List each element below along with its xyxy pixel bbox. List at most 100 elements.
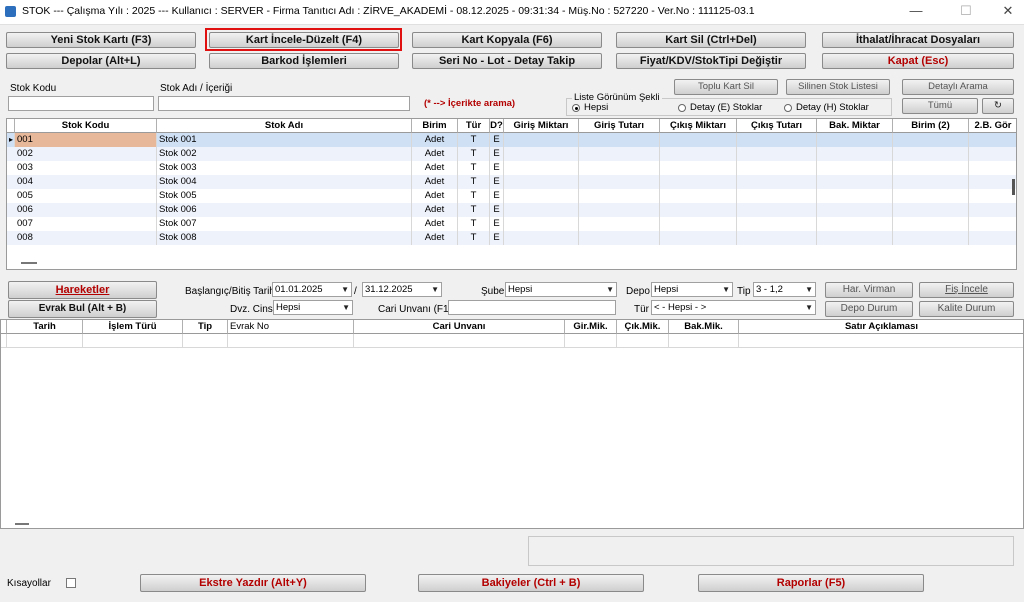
account-input[interactable] xyxy=(448,300,616,315)
barcode-operations-button[interactable]: Barkod İşlemleri xyxy=(209,53,399,69)
table-cell[interactable]: 005 xyxy=(15,189,157,203)
depot-status-button[interactable]: Depo Durum xyxy=(825,301,913,317)
table-cell[interactable] xyxy=(817,175,893,189)
stock-column-header[interactable]: Bak. Miktar xyxy=(817,119,893,133)
movements-table[interactable]: Tarih İşlem Türü Tip Evrak No Cari Unvanı Gir… xyxy=(0,319,1024,529)
table-cell[interactable] xyxy=(579,231,660,245)
table-cell[interactable] xyxy=(660,161,737,175)
table-cell[interactable]: Stok 001 xyxy=(157,133,412,147)
horizontal-scrollbar[interactable] xyxy=(15,523,29,525)
table-cell[interactable] xyxy=(660,231,737,245)
table-cell[interactable]: Stok 004 xyxy=(157,175,412,189)
table-cell[interactable] xyxy=(660,133,737,147)
table-cell[interactable]: 007 xyxy=(15,217,157,231)
table-cell[interactable] xyxy=(579,189,660,203)
view-all-radio[interactable] xyxy=(572,104,580,112)
table-cell[interactable]: E xyxy=(490,203,504,217)
table-cell[interactable] xyxy=(737,161,817,175)
table-cell[interactable] xyxy=(7,334,83,348)
table-cell[interactable]: 002 xyxy=(15,147,157,161)
vertical-scrollbar[interactable] xyxy=(1012,179,1015,195)
table-cell[interactable] xyxy=(969,161,1016,175)
all-button[interactable]: Tümü xyxy=(902,98,978,114)
shortcuts-checkbox[interactable] xyxy=(66,578,76,588)
table-cell[interactable]: T xyxy=(458,189,490,203)
stock-column-header[interactable]: Stok Kodu xyxy=(15,119,157,133)
stock-column-header[interactable]: Stok Adı xyxy=(157,119,412,133)
table-cell[interactable] xyxy=(737,147,817,161)
print-statement-button[interactable]: Ekstre Yazdır (Alt+Y) xyxy=(140,574,366,592)
table-cell[interactable] xyxy=(504,231,579,245)
close-app-button[interactable]: Kapat (Esc) xyxy=(822,53,1014,69)
table-cell[interactable]: E xyxy=(490,189,504,203)
table-cell[interactable]: Stok 003 xyxy=(157,161,412,175)
table-cell[interactable] xyxy=(579,217,660,231)
table-cell[interactable] xyxy=(504,217,579,231)
delete-card-button[interactable]: Kart Sil (Ctrl+Del) xyxy=(616,32,806,48)
table-cell[interactable]: 004 xyxy=(15,175,157,189)
table-cell[interactable]: Adet xyxy=(412,175,458,189)
table-cell[interactable]: Stok 008 xyxy=(157,231,412,245)
table-cell[interactable] xyxy=(737,189,817,203)
branch-select[interactable]: Hepsi ▼ xyxy=(505,282,617,297)
table-cell[interactable]: T xyxy=(458,133,490,147)
table-cell[interactable] xyxy=(579,133,660,147)
table-cell[interactable]: 008 xyxy=(15,231,157,245)
table-cell[interactable] xyxy=(817,133,893,147)
stock-table[interactable]: Stok Kodu Stok Adı Birim Tür D? Giriş Miktarı… xyxy=(6,118,1017,270)
table-cell[interactable]: T xyxy=(458,161,490,175)
table-cell[interactable]: T xyxy=(458,147,490,161)
table-cell[interactable]: T xyxy=(458,175,490,189)
type-select[interactable]: 3 - 1,2 ▼ xyxy=(753,282,816,297)
table-cell[interactable] xyxy=(617,334,669,348)
table-cell[interactable] xyxy=(893,147,969,161)
table-cell[interactable] xyxy=(969,203,1016,217)
serial-lot-button[interactable]: Seri No - Lot - Detay Takip xyxy=(412,53,602,69)
import-export-button[interactable]: İthalat/İhracat Dosyaları xyxy=(822,32,1014,48)
table-cell[interactable] xyxy=(669,334,739,348)
table-cell[interactable] xyxy=(504,189,579,203)
table-cell[interactable] xyxy=(737,217,817,231)
find-document-button[interactable]: Evrak Bul (Alt + B) xyxy=(8,300,157,318)
table-cell[interactable] xyxy=(737,133,817,147)
table-cell[interactable] xyxy=(228,334,354,348)
movement-column-header[interactable]: Cari Unvanı xyxy=(354,320,565,334)
depot-select[interactable]: Hepsi ▼ xyxy=(651,282,733,297)
movement-column-header[interactable]: Satır Açıklaması xyxy=(739,320,1023,334)
stock-column-header[interactable]: D? xyxy=(490,119,504,133)
new-stock-card-button[interactable]: Yeni Stok Kartı (F3) xyxy=(6,32,196,48)
movement-column-header[interactable]: İşlem Türü xyxy=(83,320,183,334)
movement-column-header[interactable]: Bak.Mik. xyxy=(669,320,739,334)
quality-status-button[interactable]: Kalite Durum xyxy=(919,301,1014,317)
table-cell[interactable]: E xyxy=(490,147,504,161)
bulk-delete-button[interactable]: Toplu Kart Sil xyxy=(674,79,778,95)
close-window-icon[interactable]: ✕ xyxy=(997,2,1019,20)
stock-column-header[interactable]: Tür xyxy=(458,119,490,133)
table-cell[interactable]: T xyxy=(458,203,490,217)
price-vat-button[interactable]: Fiyat/KDV/StokTipi Değiştir xyxy=(616,53,806,69)
view-detail-h-radio[interactable] xyxy=(784,104,792,112)
table-cell[interactable]: T xyxy=(458,217,490,231)
table-cell[interactable] xyxy=(660,217,737,231)
table-cell[interactable] xyxy=(579,161,660,175)
table-cell[interactable] xyxy=(354,334,565,348)
table-cell[interactable] xyxy=(969,231,1016,245)
table-cell[interactable]: Stok 007 xyxy=(157,217,412,231)
table-cell[interactable]: Adet xyxy=(412,161,458,175)
stock-code-input[interactable] xyxy=(8,96,154,111)
deleted-list-button[interactable]: Silinen Stok Listesi xyxy=(786,79,890,95)
table-cell[interactable]: Adet xyxy=(412,203,458,217)
refresh-icon[interactable]: ↻ xyxy=(982,98,1014,114)
table-cell[interactable] xyxy=(817,203,893,217)
table-cell[interactable]: E xyxy=(490,231,504,245)
table-cell[interactable] xyxy=(969,133,1016,147)
table-cell[interactable] xyxy=(579,203,660,217)
stock-column-header[interactable]: 2.B. Gör xyxy=(969,119,1016,133)
table-cell[interactable] xyxy=(660,203,737,217)
movement-column-header[interactable]: Tarih xyxy=(7,320,83,334)
table-cell[interactable] xyxy=(660,147,737,161)
start-date-input[interactable]: 01.01.2025 ▼ xyxy=(272,282,352,297)
table-cell[interactable]: E xyxy=(490,175,504,189)
stock-column-header[interactable]: Birim (2) xyxy=(893,119,969,133)
table-cell[interactable] xyxy=(737,203,817,217)
